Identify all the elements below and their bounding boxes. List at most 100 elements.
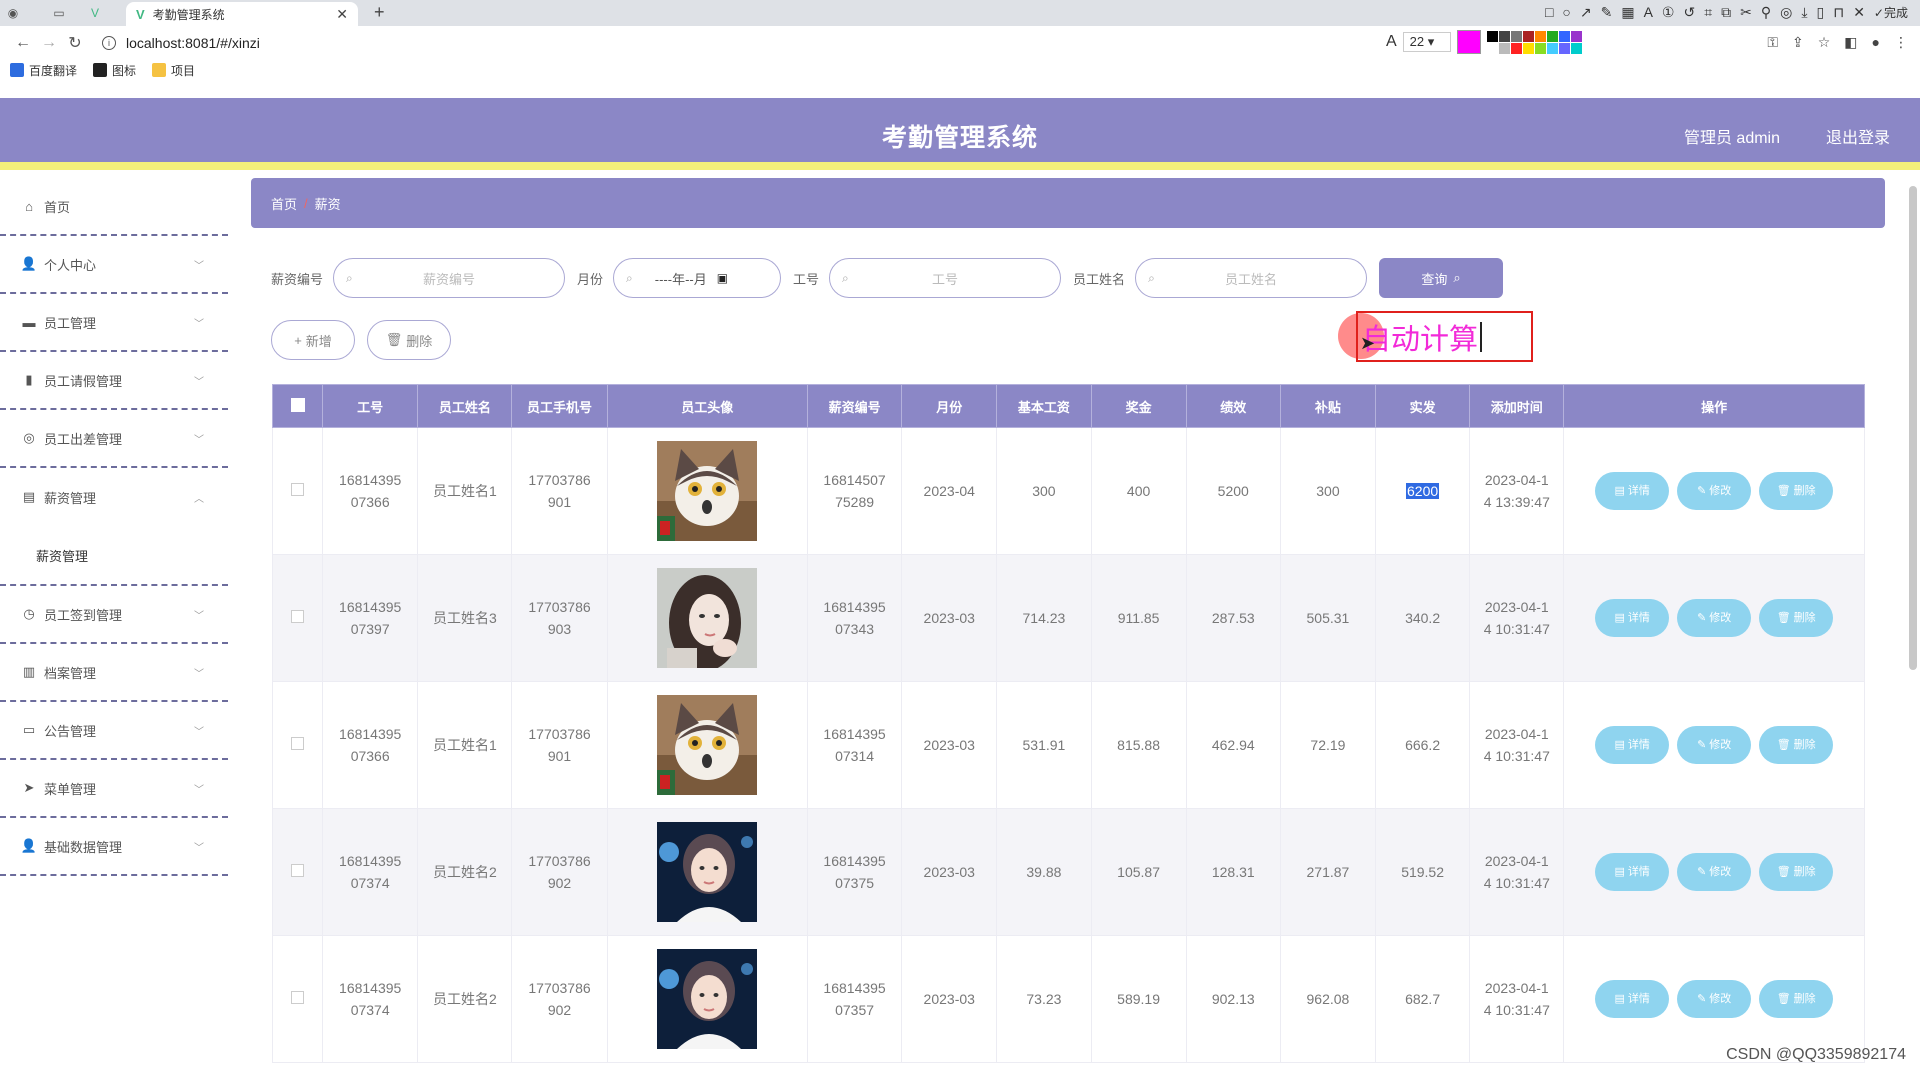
palette-swatch[interactable] (1498, 42, 1510, 54)
font-size-select[interactable]: 22 ▾ (1402, 32, 1451, 52)
edit-button[interactable]: ✎ 修改 (1677, 472, 1752, 510)
palette-swatch[interactable] (1522, 30, 1534, 42)
sidebar-item[interactable]: ▭ 公告管理 ﹀ (0, 702, 228, 760)
detail-button[interactable]: ▤ 详情 (1595, 599, 1670, 637)
page-scrollbar[interactable] (1909, 186, 1917, 670)
delete-button[interactable]: 🗑 删除 (1759, 853, 1834, 891)
text-tool-icon[interactable]: A (1644, 4, 1653, 21)
month-input[interactable]: ⌕ ----年--月 ▣ (613, 258, 782, 298)
record-icon[interactable]: ◎ (1780, 4, 1792, 21)
bookmark-item[interactable]: 图标 (93, 62, 136, 79)
sidebar-item[interactable]: ▥ 档案管理 ﹀ (0, 644, 228, 702)
pin-icon[interactable]: ✂ (1740, 4, 1752, 21)
arrow-tool-icon[interactable]: ↗ (1580, 4, 1592, 21)
table-row[interactable]: 16814395 07366 员工姓名1 17703786 901 16814395 073… (271, 681, 1865, 809)
reload-icon[interactable]: ↻ (62, 33, 88, 53)
key-icon[interactable]: ⚿ (1767, 34, 1778, 51)
detail-button[interactable]: ▤ 详情 (1595, 472, 1670, 510)
profile-icon[interactable]: ● (1872, 34, 1880, 51)
delete-button[interactable]: 🗑 删除 (1759, 980, 1834, 1018)
bookmark-item[interactable]: 百度翻译 (10, 62, 77, 79)
tab-active[interactable]: V 考勤管理系统 ✕ (126, 2, 358, 26)
share-icon[interactable]: ⇪ (1792, 34, 1804, 51)
star-icon[interactable]: ☆ (1818, 34, 1831, 51)
emp-name-input[interactable]: ⌕ 员工姓名 (1135, 258, 1368, 298)
batch-delete-button[interactable]: 🗑 删除 (367, 320, 451, 360)
palette-swatch[interactable] (1534, 42, 1546, 54)
sidepanel-icon[interactable]: ◧ (1844, 34, 1857, 51)
site-info-icon[interactable]: i (102, 36, 116, 50)
palette-swatch[interactable] (1510, 30, 1522, 42)
number-tool-icon[interactable]: ① (1662, 4, 1675, 21)
palette-swatch[interactable] (1486, 30, 1498, 42)
sidebar-item[interactable]: ▤ 薪资管理 ︿ (0, 468, 228, 526)
table-row[interactable]: 16814395 07374 员工姓名2 17703786 902 16814395 073… (271, 935, 1865, 1063)
palette-swatch[interactable] (1534, 30, 1546, 42)
palette-swatch[interactable] (1498, 30, 1510, 42)
bookmark-icon[interactable]: ⊓ (1833, 4, 1844, 21)
palette-swatch[interactable] (1546, 30, 1558, 42)
palette-swatch[interactable] (1486, 42, 1498, 54)
emp-no-input[interactable]: ⌕ 工号 (829, 258, 1062, 298)
row-checkbox[interactable] (291, 737, 305, 750)
bookmark-item[interactable]: 项目 (152, 62, 195, 79)
detail-button[interactable]: ▤ 详情 (1595, 980, 1670, 1018)
delete-button[interactable]: 🗑 删除 (1759, 726, 1834, 764)
rectangle-tool-icon[interactable]: □ (1545, 4, 1553, 21)
add-button[interactable]: + 新增 (271, 320, 355, 360)
row-checkbox[interactable] (291, 864, 305, 877)
phone-icon[interactable]: ▯ (1817, 4, 1825, 21)
palette-swatch[interactable] (1522, 42, 1534, 54)
breadcrumb-home[interactable]: 首页 (271, 194, 297, 213)
menu-icon[interactable]: ⋮ (1894, 34, 1908, 51)
salary-no-input[interactable]: ⌕ 薪资编号 (333, 258, 566, 298)
delete-button[interactable]: 🗑 删除 (1759, 599, 1834, 637)
edit-button[interactable]: ✎ 修改 (1677, 726, 1752, 764)
palette-swatch[interactable] (1558, 30, 1570, 42)
submenu-item-salary[interactable]: 薪资管理 (0, 526, 228, 586)
copy-icon[interactable]: ⧉ (1721, 4, 1731, 21)
sidebar-item[interactable]: 👤 个人中心 ﹀ (0, 236, 228, 294)
detail-button[interactable]: ▤ 详情 (1595, 726, 1670, 764)
edit-button[interactable]: ✎ 修改 (1677, 853, 1752, 891)
sidebar-item[interactable]: ◎ 员工出差管理 ﹀ (0, 410, 228, 468)
sidebar-item[interactable]: ⌂ 首页 (0, 178, 228, 236)
palette-swatch[interactable] (1558, 42, 1570, 54)
sidebar-item[interactable]: ▮ 员工请假管理 ﹀ (0, 352, 228, 410)
undo-icon[interactable]: ↺ (1683, 4, 1695, 21)
sidebar-item[interactable]: ▬ 员工管理 ﹀ (0, 294, 228, 352)
annotation-textbox[interactable]: 自动计算 (1356, 311, 1533, 362)
table-row[interactable]: 16814395 07397 员工姓名3 17703786 903 16814395 073… (271, 554, 1865, 682)
palette-swatch[interactable] (1570, 42, 1582, 54)
sidebar-item[interactable]: ➤ 菜单管理 ﹀ (0, 760, 228, 818)
tab-favicon-vue-icon[interactable]: V (82, 2, 108, 24)
table-row[interactable]: 16814395 07366 员工姓名1 17703786 901 16814507 752… (271, 427, 1865, 555)
edit-button[interactable]: ✎ 修改 (1677, 599, 1752, 637)
forward-icon[interactable]: → (36, 34, 62, 52)
query-button[interactable]: 查询 ⌕ (1379, 258, 1504, 298)
new-tab-button[interactable]: + (374, 2, 385, 23)
current-color-swatch[interactable] (1456, 30, 1481, 54)
mosaic-tool-icon[interactable]: ▦ (1621, 4, 1634, 21)
crop-icon[interactable]: ⌗ (1704, 4, 1712, 21)
tab-close-icon[interactable]: ✕ (336, 6, 348, 23)
palette-swatch[interactable] (1570, 30, 1582, 42)
done-button[interactable]: ✓完成 (1874, 4, 1908, 21)
row-checkbox[interactable] (291, 483, 305, 496)
url-field[interactable]: i localhost:8081/#/xinzi (102, 35, 260, 51)
table-row[interactable]: 16814395 07374 员工姓名2 17703786 902 16814395 073… (271, 808, 1865, 936)
select-all-checkbox[interactable] (290, 397, 305, 412)
sidebar-item[interactable]: 👤 基础数据管理 ﹀ (0, 818, 228, 876)
pen-tool-icon[interactable]: ✎ (1601, 4, 1613, 21)
edit-button[interactable]: ✎ 修改 (1677, 980, 1752, 1018)
download-icon[interactable]: ⤓ (1801, 4, 1807, 21)
row-checkbox[interactable] (291, 610, 305, 623)
sidebar-item[interactable]: ◷ 员工签到管理 ﹀ (0, 586, 228, 644)
palette-swatch[interactable] (1510, 42, 1522, 54)
back-icon[interactable]: ← (10, 34, 36, 52)
tab-favicon-globe-icon[interactable]: ◉ (0, 2, 26, 24)
row-checkbox[interactable] (291, 991, 305, 1004)
logout-link[interactable]: 退出登录 (1826, 124, 1890, 148)
cancel-icon[interactable]: ✕ (1853, 4, 1865, 21)
palette-swatch[interactable] (1546, 42, 1558, 54)
